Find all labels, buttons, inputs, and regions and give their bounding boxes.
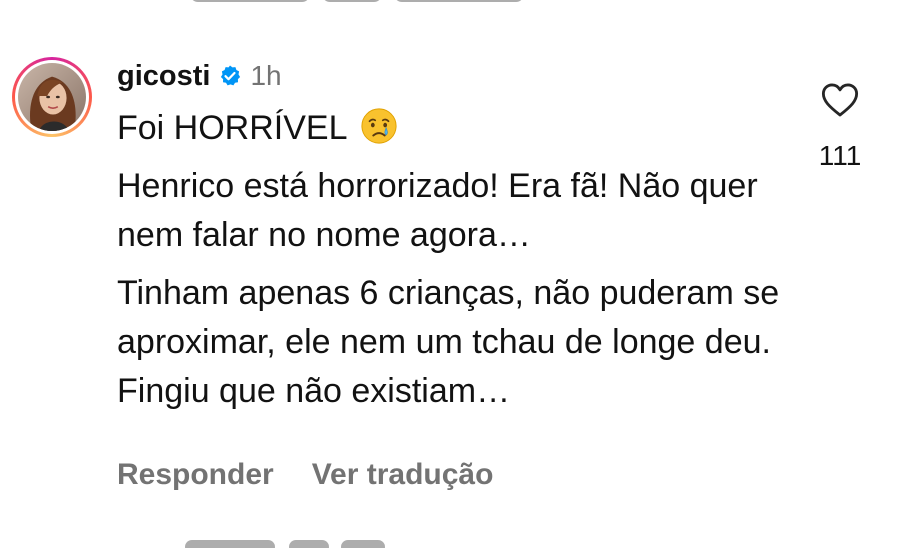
previous-comment-fragment [190,0,530,6]
like-count: 111 [818,140,862,171]
avatar-photo [18,63,86,131]
comment-first-line: Foi HORRÍVEL [117,104,797,153]
reply-button[interactable]: Responder [117,458,274,492]
verified-badge-icon [221,65,241,86]
heart-icon[interactable] [821,82,859,118]
see-translation-button[interactable]: Ver tradução [312,458,494,492]
username[interactable]: gicosti [117,60,210,93]
crying-face-emoji-icon [361,108,397,144]
like-column: 111 [808,82,872,172]
comment-body: Foi HORRÍVEL Henrico está horrorizado! E… [117,104,797,416]
comment-paragraph-2: Henrico está horrorizado! Era fã! Não qu… [117,167,758,254]
comment-header: gicosti 1h [117,56,282,96]
comment-paragraph-3: Tinham apenas 6 crianças, não puderam se… [117,274,780,410]
next-comment-fragment [185,536,385,548]
comment-actions: Responder Ver tradução [117,458,493,492]
avatar[interactable] [12,57,92,137]
comment-line1-text: Foi HORRÍVEL [117,109,347,147]
comment-time: 1h [250,60,282,91]
